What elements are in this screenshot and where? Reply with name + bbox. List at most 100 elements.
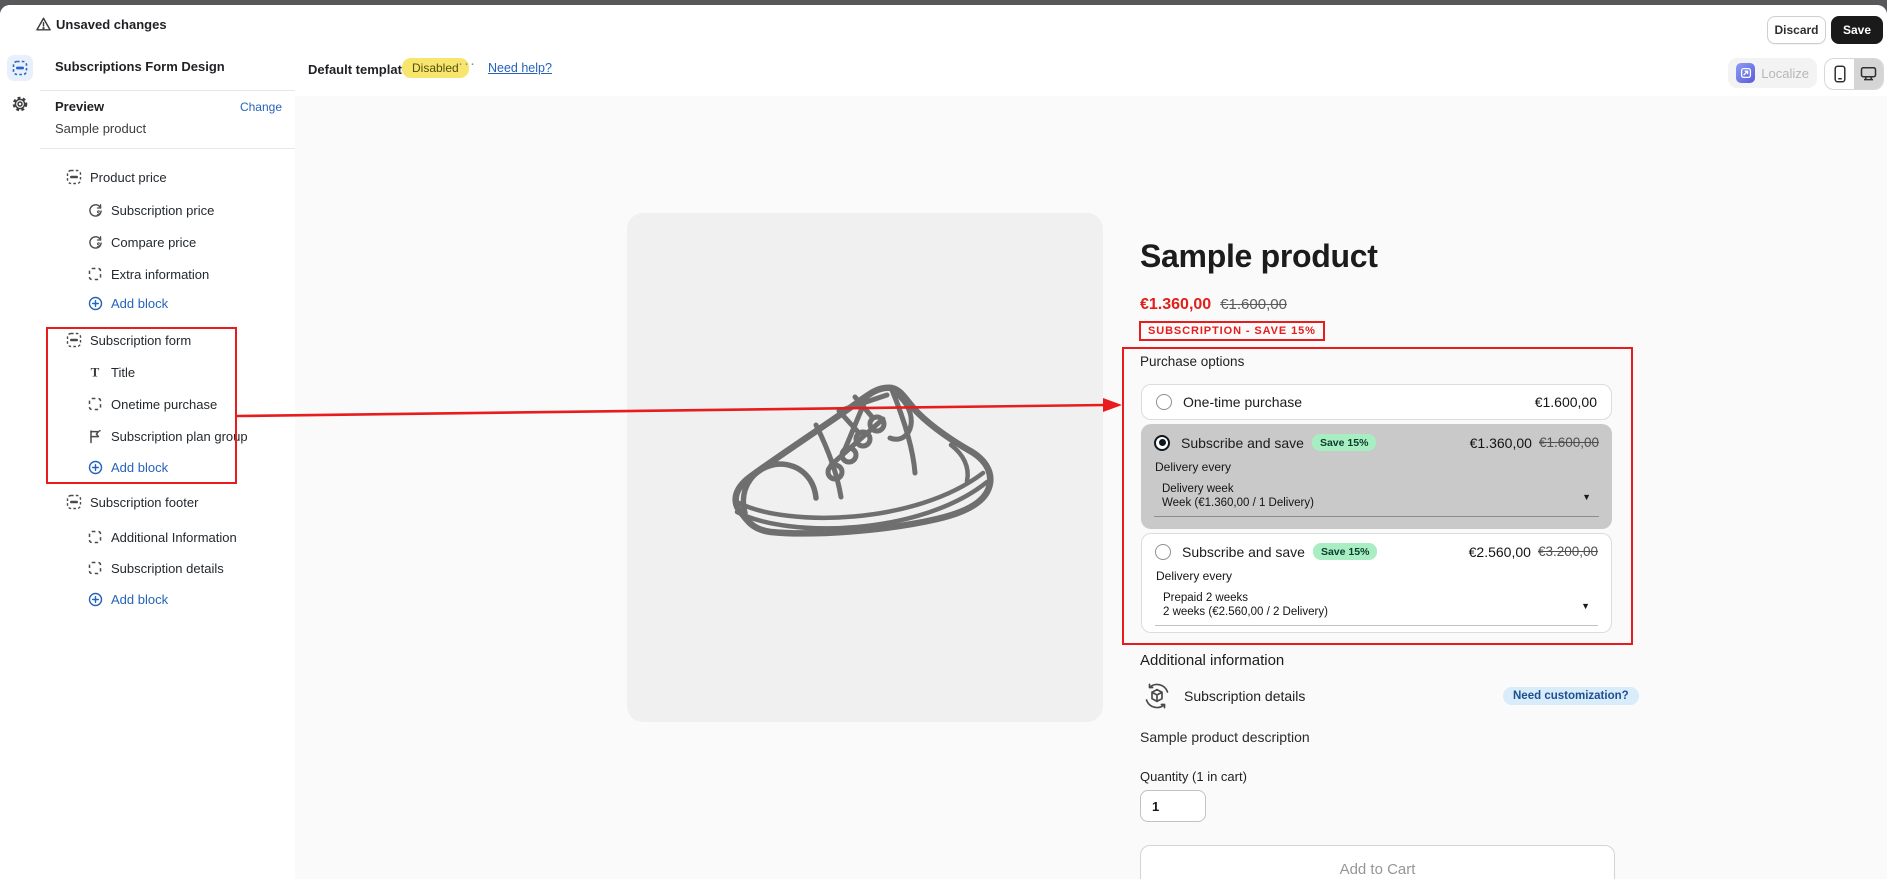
viewport-toggle (1824, 58, 1884, 90)
desktop-view-button[interactable] (1854, 59, 1883, 89)
tree-item-subscription-price[interactable]: $ Subscription price (87, 198, 214, 222)
option-card-onetime[interactable]: One-time purchase €1.600,00 (1141, 384, 1612, 420)
template-title: Default templates (308, 62, 416, 77)
template-toolbar: Default templates Disabled ··· Need help… (295, 45, 1887, 97)
tree-item-subscription-plan-group[interactable]: Subscription plan group (87, 424, 248, 448)
add-icon (87, 295, 103, 311)
tree-item-label: Subscription plan group (111, 429, 248, 444)
tree-item-label: Compare price (111, 235, 196, 250)
subscription-details-row: Subscription details (1142, 681, 1305, 711)
quantity-input[interactable] (1140, 790, 1206, 822)
app-block-icon (87, 266, 103, 282)
contextual-save-bar: Unsaved changes Discard Save (0, 5, 1887, 46)
tree-item-add-block[interactable]: Add block (87, 291, 168, 315)
need-help-link[interactable]: Need help? (488, 61, 552, 75)
preview-section: Preview Change Sample product (40, 90, 295, 149)
app-block-icon (87, 396, 103, 412)
settings-nav-button[interactable] (11, 95, 29, 113)
tree-item-label: Additional Information (111, 530, 237, 545)
tree-item-title[interactable]: TTitle (87, 360, 135, 384)
tree-item-label: Add block (111, 592, 168, 607)
radio-subscribe-weekly[interactable] (1154, 435, 1170, 451)
svg-text:$: $ (96, 242, 100, 249)
form-design-nav-button[interactable] (7, 55, 33, 81)
need-customization-link[interactable]: Need customization? (1503, 687, 1639, 705)
mobile-icon (1833, 65, 1847, 83)
tree-item-label: Subscription form (90, 333, 191, 348)
change-link[interactable]: Change (240, 100, 282, 114)
preview-product-name: Sample product (55, 121, 146, 136)
tree-item-add-block[interactable]: Add block (87, 455, 168, 479)
panel-title: Subscriptions Form Design (55, 59, 225, 74)
delivery-every-label: Delivery every (1155, 460, 1599, 474)
section-icon (66, 494, 82, 510)
tree-item-onetime-purchase[interactable]: Onetime purchase (87, 392, 217, 416)
delivery-plan-select[interactable]: Delivery week Week (€1.360,00 / 1 Delive… (1154, 479, 1599, 517)
subscription-details-label: Subscription details (1184, 688, 1305, 704)
overflow-menu-icon[interactable]: ··· (458, 55, 476, 72)
option-price: €1.600,00 (1535, 394, 1597, 410)
option-name: One-time purchase (1183, 394, 1302, 410)
product-title: Sample product (1140, 238, 1378, 275)
option-name: Subscribe and save (1181, 435, 1304, 451)
plan-detail: 2 weeks (€2.560,00 / 2 Delivery) (1163, 605, 1572, 619)
tree-item-add-block[interactable]: Add block (87, 587, 168, 611)
option-compare-price: €1.600,00 (1539, 435, 1599, 450)
additional-information-heading: Additional information (1140, 652, 1284, 669)
tree-item-subscription-details[interactable]: Subscription details (87, 556, 224, 580)
tree-item-label: Subscription price (111, 203, 214, 218)
add-to-cart-button[interactable]: Add to Cart (1140, 845, 1615, 879)
option-card-subscribe-weekly[interactable]: Subscribe and save Save 15% €1.360,00 €1… (1141, 424, 1612, 529)
svg-text:$: $ (96, 210, 100, 217)
discard-button[interactable]: Discard (1767, 16, 1826, 44)
option-name: Subscribe and save (1182, 544, 1305, 560)
radio-onetime[interactable] (1156, 394, 1172, 410)
option-price: €2.560,00 (1469, 544, 1531, 560)
compare-at-price: €1.600,00 (1220, 296, 1287, 313)
plan-group-icon (87, 428, 103, 444)
tree-item-label: Add block (111, 296, 168, 311)
option-compare-price: €3.200,00 (1538, 544, 1598, 559)
tree-item-subscription-form[interactable]: Subscription form (66, 328, 191, 352)
localize-app-icon (1736, 63, 1755, 83)
subscription-cycle-icon (1142, 681, 1172, 711)
purchase-options-label: Purchase options (1140, 354, 1244, 369)
desktop-icon (1860, 66, 1877, 82)
product-image (627, 213, 1103, 722)
plan-name: Prepaid 2 weeks (1163, 591, 1572, 605)
tree-item-label: Subscription footer (90, 495, 198, 510)
tree-item-compare-price[interactable]: $ Compare price (87, 230, 196, 254)
dropdown-caret-icon: ▼ (1581, 601, 1590, 611)
app-window: Unsaved changes Discard Save (0, 0, 1887, 879)
subscription-save-badge: SUBSCRIPTION - SAVE 15% (1139, 321, 1325, 341)
dropdown-caret-icon: ▼ (1582, 492, 1591, 502)
product-price-row: €1.360,00€1.600,00 (1140, 296, 1287, 314)
delivery-every-label: Delivery every (1156, 569, 1598, 583)
section-icon (66, 332, 82, 348)
localize-label: Localize (1761, 66, 1809, 81)
title-icon: T (87, 364, 103, 380)
unsaved-changes-message: Unsaved changes (56, 17, 167, 32)
tree-item-additional-information[interactable]: Additional Information (87, 525, 237, 549)
app-block-icon (87, 529, 103, 545)
app-block-icon (87, 560, 103, 576)
quantity-label: Quantity (1 in cart) (1140, 769, 1247, 784)
tree-item-label: Subscription details (111, 561, 224, 576)
option-card-subscribe-prepaid[interactable]: Subscribe and save Save 15% €2.560,00 €3… (1141, 533, 1612, 633)
currency-refresh-icon: $ (87, 234, 103, 250)
save-percent-badge: Save 15% (1312, 434, 1376, 451)
radio-subscribe-prepaid[interactable] (1155, 544, 1171, 560)
mobile-view-button[interactable] (1825, 59, 1854, 89)
localize-button[interactable]: Localize (1728, 58, 1817, 88)
tree-item-label: Extra information (111, 267, 209, 282)
tree-item-extra-information[interactable]: Extra information (87, 262, 209, 286)
sections-icon (12, 60, 28, 76)
save-button[interactable]: Save (1831, 16, 1883, 44)
section-icon (66, 169, 82, 185)
tree-item-subscription-footer[interactable]: Subscription footer (66, 490, 198, 514)
delivery-plan-select[interactable]: Prepaid 2 weeks 2 weeks (€2.560,00 / 2 D… (1155, 588, 1598, 626)
tree-item-label: Add block (111, 460, 168, 475)
currency-refresh-icon: $ (87, 202, 103, 218)
sneaker-illustration (715, 355, 1015, 570)
tree-item-product-price[interactable]: Product price (66, 165, 167, 189)
